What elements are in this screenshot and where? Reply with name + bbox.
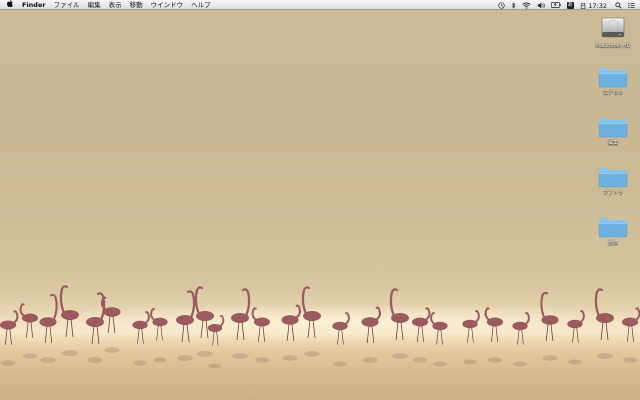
desktop-icon-macintosh-hd[interactable]: Macintosh HD bbox=[583, 13, 640, 49]
input-menu-icon[interactable]: あ bbox=[564, 0, 577, 10]
menu-edit[interactable]: 編集 bbox=[84, 0, 105, 10]
folder-icon bbox=[598, 118, 628, 138]
bluetooth-icon[interactable] bbox=[508, 0, 519, 10]
menu-help[interactable]: ヘルプ bbox=[187, 0, 215, 10]
time-machine-icon[interactable] bbox=[495, 0, 508, 10]
menu-bar: Finder ファイル 編集 表示 移動 ウインドウ ヘルプ あ 日 17:32 bbox=[0, 0, 640, 10]
battery-icon[interactable] bbox=[548, 0, 564, 10]
menu-go[interactable]: 移動 bbox=[126, 0, 147, 10]
desktop-icon-folder-1[interactable]: ロアセル bbox=[583, 66, 640, 96]
desktop-icon-label: マフトラ bbox=[602, 190, 623, 196]
menu-view[interactable]: 表示 bbox=[105, 0, 126, 10]
spotlight-icon[interactable] bbox=[612, 0, 625, 10]
desktop-icon-folder-4[interactable]: 画像 bbox=[583, 216, 640, 246]
app-menu-finder[interactable]: Finder bbox=[18, 0, 50, 10]
apple-logo-icon[interactable] bbox=[0, 0, 18, 10]
menu-file[interactable]: ファイル bbox=[50, 0, 84, 10]
desktop-icon-label: 編集 bbox=[607, 140, 618, 146]
menu-window[interactable]: ウインドウ bbox=[147, 0, 188, 10]
folder-icon bbox=[598, 68, 628, 88]
desktop-icon-label: Macintosh HD bbox=[595, 43, 631, 49]
menu-clock[interactable]: 日 17:32 bbox=[577, 0, 612, 10]
wallpaper-flamingos bbox=[0, 285, 640, 369]
desktop-icon-label: ロアセル bbox=[603, 90, 623, 96]
desktop-icon-folder-2[interactable]: 編集 bbox=[583, 116, 640, 146]
desktop-icon-label: 画像 bbox=[607, 240, 618, 246]
volume-icon[interactable] bbox=[534, 0, 548, 10]
hard-drive-icon bbox=[601, 17, 625, 38]
notification-center-icon[interactable] bbox=[625, 0, 640, 10]
desktop[interactable]: Finder ファイル 編集 表示 移動 ウインドウ ヘルプ あ 日 17:32… bbox=[0, 0, 640, 400]
input-menu-label: あ bbox=[566, 1, 574, 9]
folder-icon bbox=[598, 218, 628, 238]
wifi-icon[interactable] bbox=[519, 0, 534, 10]
folder-icon bbox=[598, 168, 628, 188]
desktop-icon-folder-3[interactable]: マフトラ bbox=[583, 166, 640, 196]
